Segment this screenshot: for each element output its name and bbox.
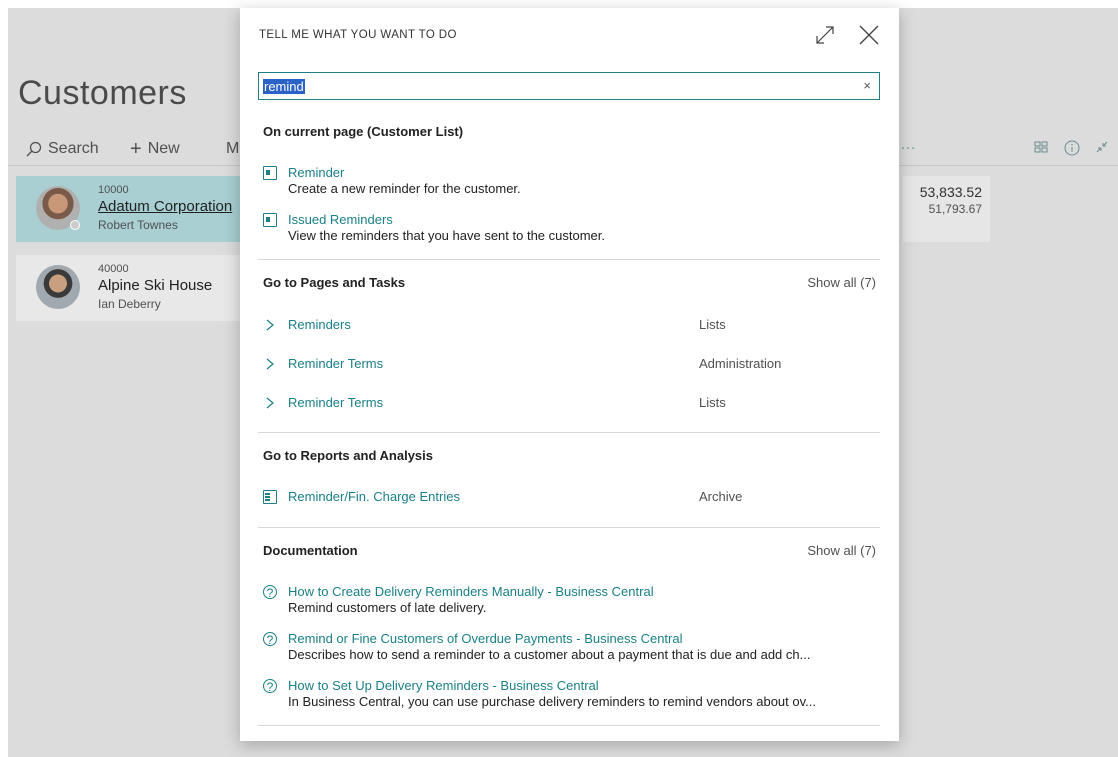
result-description: Describes how to send a reminder to a cu… — [288, 647, 811, 662]
customer-contact: Ian Deberry — [98, 297, 161, 311]
search-action-label: Search — [48, 140, 99, 157]
more-action[interactable]: M — [226, 140, 239, 158]
search-icon — [26, 141, 42, 157]
result-category: Archive — [699, 489, 743, 504]
info-icon[interactable] — [1064, 140, 1080, 156]
help-icon: ? — [263, 585, 277, 600]
plus-icon: + — [130, 138, 142, 160]
section-heading-documentation: Documentation — [263, 543, 358, 558]
report-icon — [263, 490, 277, 504]
expand-icon[interactable] — [812, 22, 838, 48]
customer-name-link[interactable]: Alpine Ski House — [98, 277, 212, 294]
result-title[interactable]: Reminder — [288, 165, 344, 180]
avatar — [36, 265, 80, 309]
section-heading-pages-tasks: Go to Pages and Tasks — [263, 275, 406, 290]
result-title[interactable]: Remind or Fine Customers of Overdue Paym… — [288, 631, 683, 646]
result-description: Create a new reminder for the customer. — [288, 181, 521, 196]
result-category: Administration — [699, 356, 782, 371]
customer-contact: Robert Townes — [98, 218, 178, 232]
page-title: Customers — [18, 74, 187, 112]
result-category: Lists — [699, 317, 726, 332]
chevron-right-icon — [266, 358, 274, 370]
view-controls — [1034, 140, 1108, 156]
result-title[interactable]: Reminder Terms — [288, 395, 383, 410]
result-title[interactable]: Issued Reminders — [288, 212, 393, 227]
page-icon — [263, 213, 277, 227]
ellipsis-icon: … — [900, 136, 916, 153]
tell-me-search-box[interactable]: remind × — [258, 72, 880, 100]
tell-me-dialog: TELL ME WHAT YOU WANT TO DO remind × On … — [240, 8, 899, 741]
search-action[interactable]: Search — [26, 140, 99, 158]
customer-card[interactable]: 10000 Adatum Corporation Robert Townes — [16, 176, 248, 242]
tell-me-search-input[interactable] — [259, 73, 849, 99]
customer-card[interactable]: 40000 Alpine Ski House Ian Deberry — [16, 255, 248, 321]
help-icon: ? — [263, 632, 277, 647]
section-heading-current-page: On current page (Customer List) — [263, 124, 464, 139]
page-icon — [263, 166, 277, 180]
divider — [258, 259, 880, 260]
customer-number: 10000 — [98, 184, 129, 196]
help-icon: ? — [263, 679, 277, 694]
result-title[interactable]: How to Create Delivery Reminders Manuall… — [288, 584, 654, 599]
dialog-title: TELL ME WHAT YOU WANT TO DO — [259, 29, 457, 41]
collapse-icon[interactable] — [1096, 140, 1108, 154]
presence-indicator — [70, 220, 80, 230]
chevron-right-icon — [266, 319, 274, 331]
result-title[interactable]: Reminder Terms — [288, 356, 383, 371]
divider — [258, 725, 880, 726]
sales-amount: 51,793.67 — [928, 202, 982, 216]
result-title[interactable]: How to Set Up Delivery Reminders - Busin… — [288, 678, 599, 693]
result-description: View the reminders that you have sent to… — [288, 228, 605, 243]
section-heading-reports: Go to Reports and Analysis — [263, 448, 433, 463]
close-icon[interactable] — [856, 22, 882, 48]
search-input-selected-text: remind — [263, 79, 305, 94]
clear-search-icon[interactable]: × — [863, 78, 871, 93]
show-all-pages-link[interactable]: Show all (7) — [807, 275, 876, 290]
new-action-label: New — [147, 140, 180, 157]
customer-amounts: 53,833.52 51,793.67 — [903, 176, 990, 242]
result-description: In Business Central, you can use purchas… — [288, 694, 816, 709]
show-all-docs-link[interactable]: Show all (7) — [807, 543, 876, 558]
result-title[interactable]: Reminders — [288, 317, 351, 332]
more-action-label: M — [226, 140, 240, 157]
divider — [258, 527, 880, 528]
more-options-button[interactable]: … — [900, 136, 916, 154]
tile-view-icon[interactable] — [1034, 140, 1048, 154]
result-title[interactable]: Reminder/Fin. Charge Entries — [288, 489, 460, 504]
balance-amount: 53,833.52 — [919, 184, 982, 200]
result-category: Lists — [699, 395, 726, 410]
chevron-right-icon — [266, 397, 274, 409]
new-action[interactable]: + New — [130, 138, 180, 160]
divider — [258, 432, 880, 433]
result-description: Remind customers of late delivery. — [288, 600, 487, 615]
customer-name-link[interactable]: Adatum Corporation — [98, 198, 232, 215]
customer-number: 40000 — [98, 263, 129, 275]
